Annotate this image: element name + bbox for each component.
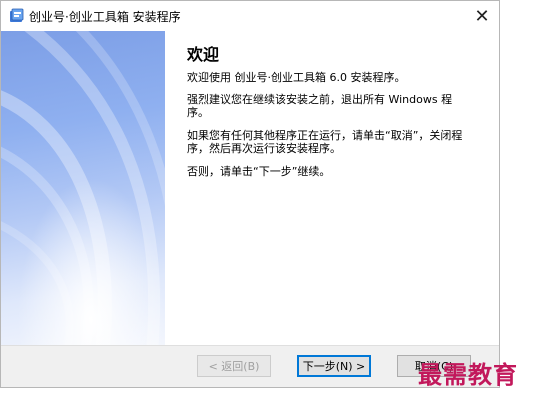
title-bar[interactable]: 创业号·创业工具箱 安装程序 ✕: [1, 1, 499, 31]
continue-instructions-text: 否则，请单击“下一步”继续。: [187, 165, 331, 178]
welcome-content-panel: 欢迎 欢迎使用 创业号·创业工具箱 6.0 安装程序。 强烈建议您在继续该安装之…: [165, 31, 499, 345]
window-title: 创业号·创业工具箱 安装程序: [29, 10, 181, 24]
watermark-text: 最需教育: [418, 360, 518, 389]
back-button[interactable]: < 返回(B): [197, 355, 271, 377]
next-button[interactable]: 下一步(N) >: [297, 355, 371, 377]
welcome-text: 欢迎使用 创业号·创业工具箱 6.0 安装程序。: [187, 71, 406, 84]
close-programs-advice-text: 强烈建议您在继续该安装之前，退出所有 Windows 程序。: [187, 93, 453, 119]
page-title: 欢迎: [187, 45, 220, 64]
installer-window: 创业号·创业工具箱 安装程序 ✕ 欢迎 欢迎使用 创业号·创业工具箱 6.0 安…: [0, 0, 500, 388]
installer-app-icon: [10, 8, 24, 22]
cancel-instructions-text: 如果您有任何其他程序正在运行，请单击“取消”，关闭程序，然后再次运行该安装程序。: [187, 129, 463, 155]
banner-swirl-graphic: [1, 31, 165, 345]
close-icon: ✕: [474, 5, 490, 27]
welcome-banner-image: [1, 31, 165, 345]
close-button[interactable]: ✕: [465, 1, 499, 31]
